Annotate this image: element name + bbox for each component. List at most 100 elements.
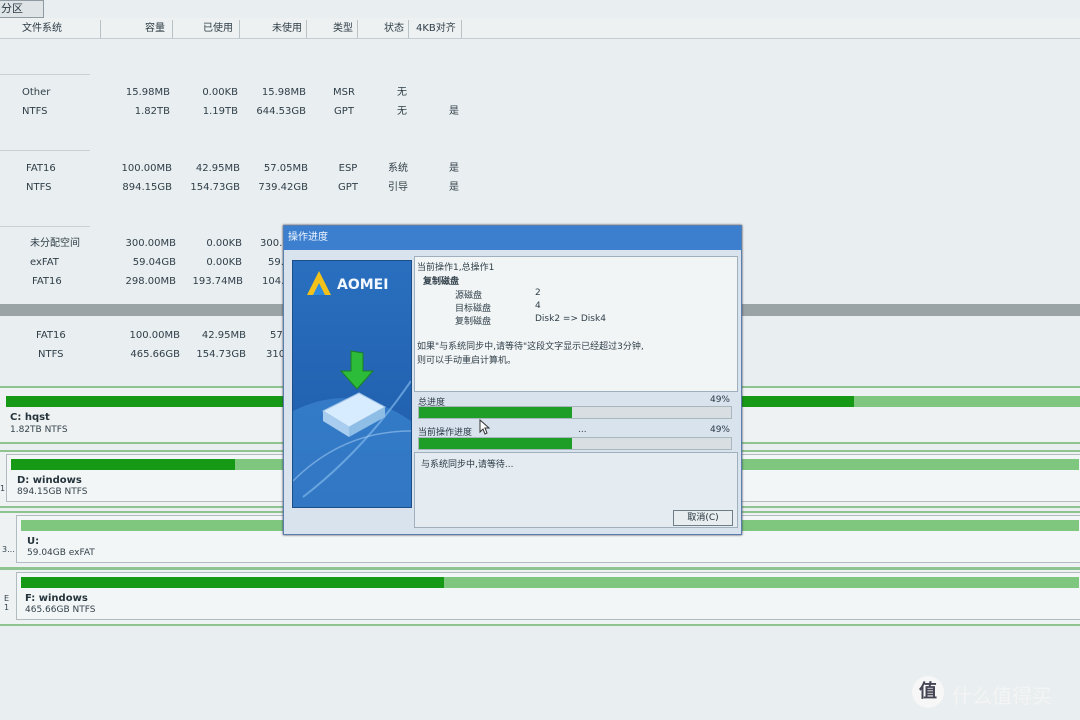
watermark-text: 什么值得买 — [952, 684, 1052, 708]
cell-filesystem: NTFS — [22, 106, 48, 117]
cell-status: 系统 — [388, 163, 408, 174]
mouse-cursor-icon — [479, 419, 491, 435]
cell-capacity: 100.00MB — [129, 330, 180, 341]
partition-usage-fill — [21, 577, 445, 588]
source-disk-value: 2 — [535, 288, 541, 298]
col-divider — [357, 20, 358, 38]
col-status[interactable]: 状态 — [384, 20, 404, 38]
col-used[interactable]: 已使用 — [203, 20, 233, 38]
col-free[interactable]: 未使用 — [272, 20, 302, 38]
partition-detail: 1.82TB NTFS — [10, 425, 68, 435]
cell-free: 644.53GB — [256, 106, 306, 117]
source-disk-label: 源磁盘 — [455, 291, 483, 301]
cell-free: 300. — [260, 238, 283, 249]
partition-detail: 894.15GB NTFS — [17, 487, 88, 497]
col-divider — [408, 20, 409, 38]
col-divider — [306, 20, 307, 38]
cell-capacity: 15.98MB — [125, 87, 170, 98]
group-divider — [0, 150, 90, 151]
current-progress-extra: ... — [578, 425, 587, 435]
table-row[interactable]: FAT16 100.00MB 42.95MB 57.05MB ESP 系统 是 — [0, 162, 480, 176]
col-divider — [239, 20, 240, 38]
cell-type: GPT — [334, 106, 354, 117]
partition-name[interactable]: F: windows — [25, 593, 88, 604]
operation-name: 复制磁盘 — [423, 277, 460, 287]
brand-name: AOMEI — [337, 277, 389, 293]
disk-map-row[interactable]: E 1 F: windows 465.66GB NTFS — [0, 568, 1080, 626]
cell-filesystem: NTFS — [38, 349, 64, 360]
cell-capacity: 298.00MB — [125, 276, 176, 287]
cell-type: MSR — [333, 87, 355, 98]
partition-name[interactable]: D: windows — [17, 475, 82, 486]
cell-capacity: 1.82TB — [134, 106, 170, 117]
partition-name[interactable]: C: hqst — [10, 412, 50, 423]
current-progress-percent: 49% — [709, 425, 730, 435]
operation-progress-dialog[interactable]: 操作进度 AOMEI 当前操作1,总操作1 复制磁盘 源磁盘 2 目标磁盘 4 … — [283, 225, 742, 535]
cell-filesystem: 未分配空间 — [30, 238, 80, 249]
dialog-title: 操作进度 — [284, 226, 741, 250]
cell-capacity: 100.00MB — [121, 163, 172, 174]
table-row[interactable]: FAT16 298.00MB 193.74MB 104. — [0, 275, 290, 289]
cancel-button[interactable]: 取消(C) — [673, 510, 733, 526]
group-divider — [0, 226, 90, 227]
sync-warning-line2: 则可以手动重启计算机。 — [417, 356, 517, 366]
partition-name[interactable]: U: — [27, 536, 39, 547]
cell-filesystem: FAT16 — [36, 330, 66, 341]
col-capacity[interactable]: 容量 — [145, 20, 165, 38]
total-progress-fill — [419, 407, 572, 418]
col-4k-align[interactable]: 4KB对齐 — [416, 20, 456, 38]
partition-block[interactable]: F: windows 465.66GB NTFS — [16, 572, 1080, 620]
cell-free: 739.42GB — [258, 182, 308, 193]
current-progress-fill — [419, 438, 572, 449]
table-row[interactable]: NTFS 465.66GB 154.73GB 310. — [0, 348, 290, 362]
partition-usage-fill — [11, 459, 236, 470]
table-row[interactable]: 未分配空间 300.00MB 0.00KB 300. — [0, 237, 290, 251]
cell-used: 154.73GB — [190, 182, 240, 193]
col-divider — [461, 20, 462, 38]
partition-usage-bar — [21, 577, 1079, 588]
cell-status: 引导 — [388, 182, 408, 193]
cell-status: 无 — [397, 87, 407, 98]
table-row[interactable]: NTFS 1.82TB 1.19TB 644.53GB GPT 无 是 — [0, 105, 480, 119]
cell-status: 无 — [397, 106, 407, 117]
cell-filesystem: NTFS — [26, 182, 52, 193]
cell-type: ESP — [338, 163, 358, 174]
copy-disk-value: Disk2 => Disk4 — [535, 314, 606, 324]
cell-filesystem: FAT16 — [32, 276, 62, 287]
cell-used: 42.95MB — [201, 330, 246, 341]
cell-filesystem: Other — [22, 87, 51, 98]
table-row[interactable]: exFAT 59.04GB 0.00KB 59. — [0, 256, 290, 270]
table-row[interactable]: Other 15.98MB 0.00KB 15.98MB MSR 无 — [0, 86, 480, 100]
total-progress-percent: 49% — [709, 395, 730, 405]
total-progress-bar — [418, 406, 732, 419]
target-disk-label: 目标磁盘 — [455, 304, 492, 314]
cell-used: 0.00KB — [202, 87, 238, 98]
cell-used: 0.00KB — [206, 257, 242, 268]
cell-type: GPT — [338, 182, 358, 193]
table-row[interactable]: NTFS 894.15GB 154.73GB 739.42GB GPT 引导 是 — [0, 181, 480, 195]
target-disk-value: 4 — [535, 301, 541, 311]
partition-button[interactable]: 分区 — [0, 0, 44, 18]
cell-used: 0.00KB — [206, 238, 242, 249]
table-row[interactable]: FAT16 100.00MB 42.95MB 57. — [0, 329, 290, 343]
disk-label: E 1 — [4, 594, 10, 612]
cell-filesystem: exFAT — [30, 257, 59, 268]
sync-status-text: 与系统同步中,请等待... — [421, 460, 514, 470]
cell-capacity: 894.15GB — [122, 182, 172, 193]
cell-used: 1.19TB — [202, 106, 238, 117]
cell-capacity: 59.04GB — [132, 257, 176, 268]
aomei-brand-panel: AOMEI — [292, 260, 412, 508]
col-type[interactable]: 类型 — [333, 20, 353, 38]
cell-filesystem: FAT16 — [26, 163, 56, 174]
watermark: 值 什么值得买 — [912, 676, 1066, 710]
sync-warning-line1: 如果"与系统同步中,请等待"这段文字显示已经超过3分钟, — [417, 342, 644, 352]
partition-detail: 59.04GB exFAT — [27, 548, 95, 558]
col-filesystem[interactable]: 文件系统 — [22, 20, 62, 38]
cell-free: 57.05MB — [263, 163, 308, 174]
cell-free: 104. — [262, 276, 285, 287]
cell-capacity: 465.66GB — [130, 349, 180, 360]
current-progress-bar — [418, 437, 732, 450]
operation-info-box: 当前操作1,总操作1 复制磁盘 源磁盘 2 目标磁盘 4 复制磁盘 Disk2 … — [414, 256, 738, 392]
cell-capacity: 300.00MB — [125, 238, 176, 249]
col-divider — [172, 20, 173, 38]
